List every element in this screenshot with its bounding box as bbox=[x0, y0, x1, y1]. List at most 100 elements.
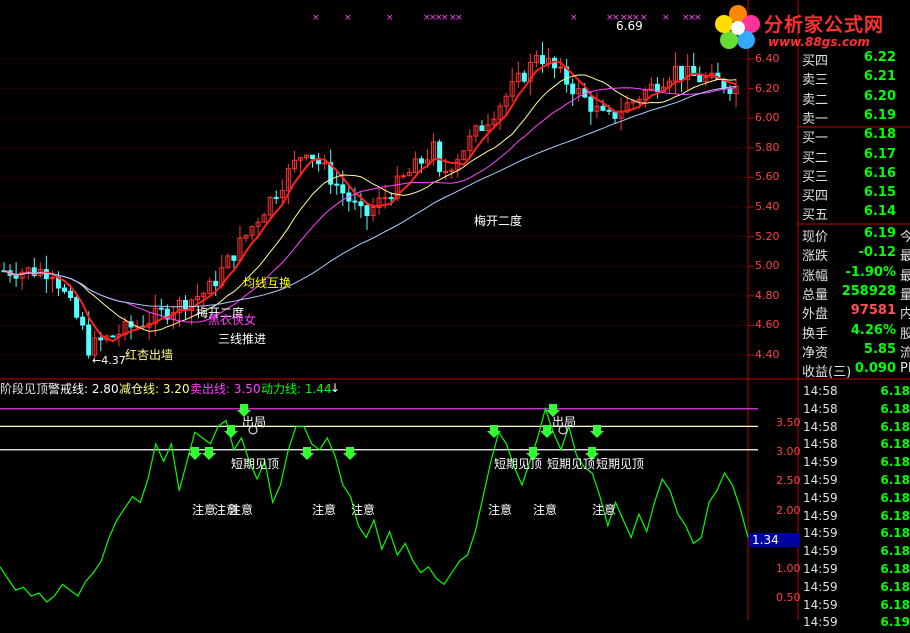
tick-price: 6.18 bbox=[880, 508, 910, 523]
tick-row[interactable]: 14:59 6.18 bbox=[800, 491, 910, 509]
candle-body bbox=[86, 324, 92, 356]
quote-label: 收益(三) bbox=[802, 365, 852, 381]
quote-label: 外盘 bbox=[802, 307, 829, 323]
candle-body bbox=[358, 201, 364, 207]
indicator-axis-label: 2.00 bbox=[776, 503, 801, 517]
quote-row[interactable]: 净资 5.85 流 bbox=[800, 342, 910, 361]
tick-row[interactable]: 14:58 6.18 bbox=[800, 384, 910, 402]
candle-body bbox=[479, 125, 485, 132]
candle-body bbox=[322, 162, 328, 165]
tick-time: 14:59 bbox=[803, 562, 838, 576]
tick-row[interactable]: 14:58 6.18 bbox=[800, 437, 910, 455]
tick-price: 6.18 bbox=[880, 579, 910, 594]
quote-row[interactable]: 总量 258928 量 bbox=[800, 284, 910, 303]
caution-label: 注意 bbox=[488, 503, 513, 517]
order-book-label: 买三 bbox=[802, 169, 829, 185]
indicator-axis-label: 3.50 bbox=[776, 416, 801, 429]
candle-body bbox=[68, 290, 74, 299]
order-book-row[interactable]: 卖三 6.21 bbox=[800, 69, 910, 88]
caution-label: 注意 bbox=[533, 503, 558, 517]
order-book-label: 买四 bbox=[802, 54, 829, 69]
order-book-row[interactable]: 卖二 6.20 bbox=[800, 89, 910, 108]
tick-price: 6.18 bbox=[880, 597, 910, 612]
sell-line-label: 卖出线: 3.50 bbox=[190, 382, 261, 396]
candle-body bbox=[352, 200, 358, 203]
quote-tail: 内 bbox=[900, 307, 910, 323]
tick-row[interactable]: 14:59 6.18 bbox=[800, 509, 910, 527]
signal-x-mark: × bbox=[441, 13, 449, 23]
candle-body bbox=[606, 109, 612, 112]
quote-value: -0.12 bbox=[858, 245, 896, 261]
signal-x-mark: × bbox=[694, 13, 702, 23]
order-book-label: 卖三 bbox=[802, 73, 829, 89]
quote-row[interactable]: 涨跌 -0.12 最 bbox=[800, 245, 910, 264]
order-book-row[interactable]: 卖一 6.19 bbox=[800, 108, 910, 127]
tick-price: 6.18 bbox=[880, 490, 910, 505]
tick-row[interactable]: 14:59 6.18 bbox=[800, 580, 910, 598]
signal-label-sanxian: 三线推进 bbox=[218, 332, 267, 346]
tick-row[interactable]: 14:59 6.18 bbox=[800, 544, 910, 562]
order-book-row[interactable]: 买二 6.17 bbox=[800, 147, 910, 166]
candle-body bbox=[727, 88, 733, 95]
tick-row[interactable]: 14:58 6.18 bbox=[800, 420, 910, 438]
order-book-price: 6.17 bbox=[863, 146, 896, 162]
tick-price: 6.18 bbox=[880, 419, 910, 434]
tick-time: 14:58 bbox=[803, 384, 838, 398]
logo: 分析家公式网 www.88gs.com bbox=[712, 4, 910, 54]
quote-row[interactable]: 收益(三) 0.090 PE bbox=[800, 361, 910, 380]
signal-x-mark: × bbox=[344, 13, 352, 23]
short-top-label: 短期见顶 bbox=[547, 457, 596, 471]
quote-row[interactable]: 外盘 97581 内 bbox=[800, 303, 910, 322]
candle-body bbox=[539, 55, 545, 65]
tick-row[interactable]: 14:59 6.18 bbox=[800, 562, 910, 580]
price-axis-label: 6.00 bbox=[755, 111, 780, 125]
exit-label: 出局 bbox=[552, 415, 577, 429]
quote-value: 97581 bbox=[850, 303, 896, 319]
tick-row[interactable]: 14:59 6.19 bbox=[800, 615, 910, 633]
order-book-price: 6.15 bbox=[863, 185, 896, 201]
price-axis-label: 4.40 bbox=[755, 348, 780, 361]
order-book-price: 6.19 bbox=[863, 107, 896, 123]
quote-value: 0.090 bbox=[854, 361, 896, 377]
price-axis-label: 4.80 bbox=[755, 288, 780, 302]
tick-time: 14:59 bbox=[803, 455, 838, 470]
order-book-label: 买二 bbox=[802, 150, 829, 166]
quote-row[interactable]: 涨幅 -1.90% 最 bbox=[800, 265, 910, 284]
price-axis-label: 5.00 bbox=[755, 259, 780, 273]
quote-row[interactable]: 换手 4.26% 股 bbox=[800, 323, 910, 342]
order-book-row[interactable]: 买三 6.16 bbox=[800, 166, 910, 185]
moving-average-line bbox=[3, 74, 737, 332]
order-book-row[interactable]: 买四 6.22 bbox=[800, 50, 910, 69]
candle-body bbox=[570, 83, 576, 95]
order-book-row[interactable]: 买四 6.15 bbox=[800, 185, 910, 204]
quote-label: 换手 bbox=[802, 326, 829, 342]
flower-logo-icon bbox=[715, 5, 760, 49]
order-book-label: 买四 bbox=[802, 189, 829, 205]
quote-row[interactable]: 现价 6.19 今 bbox=[800, 226, 910, 245]
signal-x-mark: × bbox=[570, 13, 578, 23]
price-axis-label: 5.60 bbox=[755, 170, 780, 184]
indicator-axis-label: 0.50 bbox=[776, 591, 801, 605]
short-top-label: 短期见顶 bbox=[494, 457, 543, 471]
order-book-row[interactable]: 买一 6.18 bbox=[800, 127, 910, 146]
indicator-axis-label: 1.00 bbox=[776, 562, 801, 575]
indicator-name: 阶段见顶 bbox=[0, 382, 49, 396]
short-top-label: 短期见顶 bbox=[596, 457, 645, 471]
tick-price: 6.18 bbox=[880, 473, 910, 487]
tick-price: 6.18 bbox=[880, 544, 910, 559]
tick-time: 14:58 bbox=[803, 437, 838, 452]
tick-row[interactable]: 14:59 6.18 bbox=[800, 473, 910, 491]
tick-row[interactable]: 14:58 6.18 bbox=[800, 402, 910, 420]
candle-body bbox=[418, 158, 424, 164]
order-book-label: 买一 bbox=[802, 131, 829, 147]
quote-value: 258928 bbox=[841, 283, 896, 299]
order-book-row[interactable]: 买五 6.14 bbox=[800, 204, 910, 223]
tick-row[interactable]: 14:59 6.18 bbox=[800, 526, 910, 544]
logo-title: 分析家公式网 bbox=[764, 14, 885, 36]
candle-body bbox=[74, 297, 80, 318]
tick-row[interactable]: 14:59 6.18 bbox=[800, 598, 910, 616]
order-book-price: 6.22 bbox=[863, 50, 896, 65]
tick-row[interactable]: 14:59 6.18 bbox=[800, 455, 910, 473]
low-price-label: ←4.37 bbox=[92, 354, 126, 367]
price-axis-label: 5.40 bbox=[755, 200, 780, 213]
